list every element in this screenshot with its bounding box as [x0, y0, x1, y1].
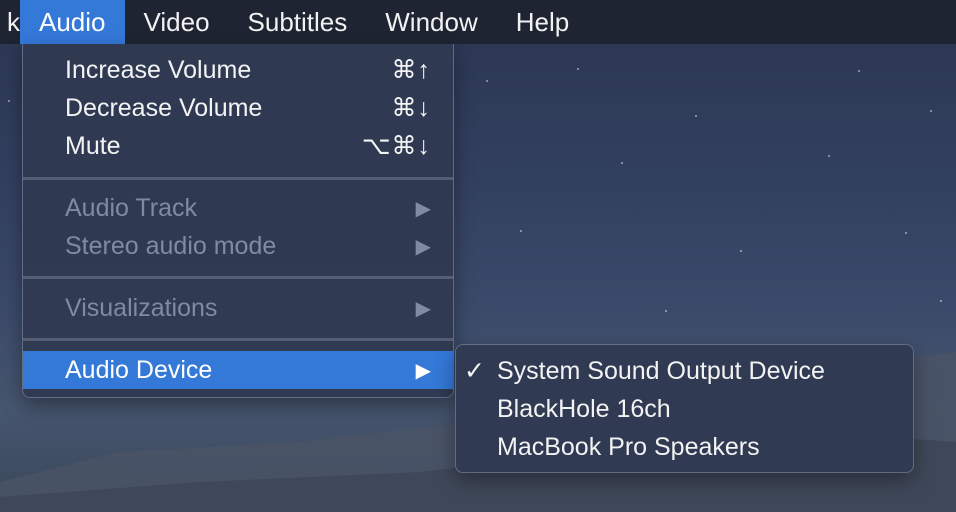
submenu-arrow-icon: ▶ [415, 235, 431, 258]
audio-menu: Increase Volume ⌘↑ Decrease Volume ⌘↓ Mu… [22, 44, 454, 398]
menu-subtitles[interactable]: Subtitles [229, 0, 367, 44]
shortcut-label: ⌥⌘↓ [361, 132, 431, 160]
submenu-arrow-icon: ▶ [415, 297, 431, 320]
menu-item-stereo-audio-mode[interactable]: Stereo audio mode ▶ [23, 227, 453, 265]
menu-item-label: System Sound Output Device [497, 356, 825, 385]
submenu-arrow-icon: ▶ [415, 197, 431, 220]
menu-video[interactable]: Video [125, 0, 229, 44]
menu-item-label: BlackHole 16ch [497, 394, 671, 423]
menu-item-label: Mute [65, 131, 121, 160]
audio-device-submenu: ✓ System Sound Output Device BlackHole 1… [455, 344, 914, 473]
menu-item-label: Audio Device [65, 355, 213, 384]
menu-separator [23, 276, 453, 279]
menu-bar-item-partial[interactable]: k [0, 0, 20, 44]
menu-item-audio-device[interactable]: Audio Device ▶ [23, 351, 453, 389]
menu-window[interactable]: Window [366, 0, 496, 44]
shortcut-label: ⌘↑ [391, 56, 431, 84]
menu-help[interactable]: Help [497, 0, 588, 44]
menu-item-label: Visualizations [65, 293, 218, 322]
menu-audio[interactable]: Audio [20, 0, 125, 44]
menu-item-mute[interactable]: Mute ⌥⌘↓ [23, 127, 453, 165]
menu-item-label: Decrease Volume [65, 93, 263, 122]
menu-item-label: Audio Track [65, 193, 198, 222]
menu-item-label: Increase Volume [65, 55, 252, 84]
shortcut-label: ⌘↓ [391, 94, 431, 122]
menu-separator [23, 338, 453, 341]
menu-item-audio-track[interactable]: Audio Track ▶ [23, 189, 453, 227]
menu-separator [23, 177, 453, 180]
submenu-item-macbook-pro-speakers[interactable]: MacBook Pro Speakers [456, 428, 913, 466]
checkmark-icon: ✓ [464, 357, 485, 385]
menu-item-label: Stereo audio mode [65, 231, 277, 260]
menu-item-label: MacBook Pro Speakers [497, 432, 760, 461]
menu-item-decrease-volume[interactable]: Decrease Volume ⌘↓ [23, 89, 453, 127]
menu-item-increase-volume[interactable]: Increase Volume ⌘↑ [23, 51, 453, 89]
submenu-item-blackhole-16ch[interactable]: BlackHole 16ch [456, 390, 913, 428]
menu-bar: k Audio Video Subtitles Window Help [0, 0, 956, 44]
menu-item-visualizations[interactable]: Visualizations ▶ [23, 289, 453, 327]
submenu-item-system-sound-output[interactable]: ✓ System Sound Output Device [456, 352, 913, 390]
submenu-arrow-icon: ▶ [415, 359, 431, 382]
